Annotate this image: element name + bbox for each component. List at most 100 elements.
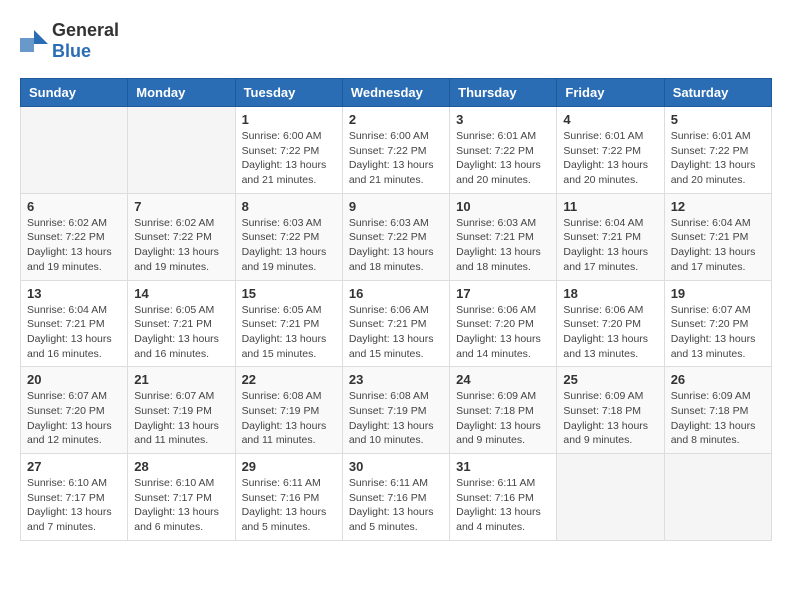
day-number: 20 bbox=[27, 372, 121, 387]
day-info: Sunrise: 6:08 AM Sunset: 7:19 PM Dayligh… bbox=[242, 389, 336, 448]
day-info: Sunrise: 6:01 AM Sunset: 7:22 PM Dayligh… bbox=[671, 129, 765, 188]
day-info: Sunrise: 6:04 AM Sunset: 7:21 PM Dayligh… bbox=[27, 303, 121, 362]
calendar-cell: 6Sunrise: 6:02 AM Sunset: 7:22 PM Daylig… bbox=[21, 193, 128, 280]
day-info: Sunrise: 6:06 AM Sunset: 7:20 PM Dayligh… bbox=[456, 303, 550, 362]
day-info: Sunrise: 6:03 AM Sunset: 7:22 PM Dayligh… bbox=[242, 216, 336, 275]
calendar-cell bbox=[128, 107, 235, 194]
day-number: 19 bbox=[671, 286, 765, 301]
logo-general: General bbox=[52, 20, 119, 40]
weekday-header: Thursday bbox=[450, 79, 557, 107]
calendar-cell: 14 Sunrise: 6:05 AM Sunset: 7:21 PM Dayli… bbox=[128, 280, 235, 367]
day-info: Sunrise: 6:09 AM Sunset: 7:18 PM Dayligh… bbox=[671, 389, 765, 448]
day-number: 28 bbox=[134, 459, 228, 474]
calendar-cell: 11 Sunrise: 6:04 AM Sunset: 7:21 PM Dayli… bbox=[557, 193, 664, 280]
calendar-cell: 2 Sunrise: 6:00 AM Sunset: 7:22 PM Daylig… bbox=[342, 107, 449, 194]
calendar-cell: 15Sunrise: 6:05 AM Sunset: 7:21 PM Dayli… bbox=[235, 280, 342, 367]
weekday-header: Wednesday bbox=[342, 79, 449, 107]
calendar-cell: 24 Sunrise: 6:09 AM Sunset: 7:18 PM Dayli… bbox=[450, 367, 557, 454]
day-info: Sunrise: 6:11 AM Sunset: 7:16 PM Dayligh… bbox=[456, 476, 550, 535]
calendar-cell: 19 Sunrise: 6:07 AM Sunset: 7:20 PM Dayli… bbox=[664, 280, 771, 367]
calendar-table: SundayMondayTuesdayWednesdayThursdayFrid… bbox=[20, 78, 772, 541]
day-number: 15 bbox=[242, 286, 336, 301]
calendar-cell: 22 Sunrise: 6:08 AM Sunset: 7:19 PM Dayli… bbox=[235, 367, 342, 454]
day-info: Sunrise: 6:04 AM Sunset: 7:21 PM Dayligh… bbox=[563, 216, 657, 275]
calendar-cell: 4Sunrise: 6:01 AM Sunset: 7:22 PM Daylig… bbox=[557, 107, 664, 194]
calendar-cell: 31 Sunrise: 6:11 AM Sunset: 7:16 PM Dayli… bbox=[450, 454, 557, 541]
day-number: 17 bbox=[456, 286, 550, 301]
day-number: 9 bbox=[349, 199, 443, 214]
day-info: Sunrise: 6:07 AM Sunset: 7:20 PM Dayligh… bbox=[27, 389, 121, 448]
day-info: Sunrise: 6:08 AM Sunset: 7:19 PM Dayligh… bbox=[349, 389, 443, 448]
calendar-cell: 18 Sunrise: 6:06 AM Sunset: 7:20 PM Dayli… bbox=[557, 280, 664, 367]
day-info: Sunrise: 6:00 AM Sunset: 7:22 PM Dayligh… bbox=[349, 129, 443, 188]
day-number: 23 bbox=[349, 372, 443, 387]
day-number: 30 bbox=[349, 459, 443, 474]
day-number: 11 bbox=[563, 199, 657, 214]
calendar-cell: 10Sunrise: 6:03 AM Sunset: 7:21 PM Dayli… bbox=[450, 193, 557, 280]
day-number: 2 bbox=[349, 112, 443, 127]
day-number: 27 bbox=[27, 459, 121, 474]
calendar-cell: 27 Sunrise: 6:10 AM Sunset: 7:17 PM Dayli… bbox=[21, 454, 128, 541]
day-info: Sunrise: 6:07 AM Sunset: 7:20 PM Dayligh… bbox=[671, 303, 765, 362]
weekday-header: Monday bbox=[128, 79, 235, 107]
calendar-cell: 9 Sunrise: 6:03 AM Sunset: 7:22 PM Daylig… bbox=[342, 193, 449, 280]
logo-icon bbox=[20, 30, 48, 52]
calendar-cell: 3Sunrise: 6:01 AM Sunset: 7:22 PM Daylig… bbox=[450, 107, 557, 194]
day-number: 14 bbox=[134, 286, 228, 301]
calendar-cell: 1 Sunrise: 6:00 AM Sunset: 7:22 PM Daylig… bbox=[235, 107, 342, 194]
day-info: Sunrise: 6:09 AM Sunset: 7:18 PM Dayligh… bbox=[456, 389, 550, 448]
logo-blue: Blue bbox=[52, 41, 91, 61]
calendar-cell: 26 Sunrise: 6:09 AM Sunset: 7:18 PM Dayli… bbox=[664, 367, 771, 454]
day-number: 13 bbox=[27, 286, 121, 301]
day-number: 8 bbox=[242, 199, 336, 214]
weekday-header: Sunday bbox=[21, 79, 128, 107]
calendar-cell: 21Sunrise: 6:07 AM Sunset: 7:19 PM Dayli… bbox=[128, 367, 235, 454]
day-number: 18 bbox=[563, 286, 657, 301]
day-info: Sunrise: 6:05 AM Sunset: 7:21 PM Dayligh… bbox=[134, 303, 228, 362]
weekday-header: Tuesday bbox=[235, 79, 342, 107]
day-info: Sunrise: 6:10 AM Sunset: 7:17 PM Dayligh… bbox=[27, 476, 121, 535]
day-number: 25 bbox=[563, 372, 657, 387]
day-number: 24 bbox=[456, 372, 550, 387]
calendar-cell: 29 Sunrise: 6:11 AM Sunset: 7:16 PM Dayli… bbox=[235, 454, 342, 541]
day-number: 12 bbox=[671, 199, 765, 214]
logo: General Blue bbox=[20, 20, 119, 62]
logo-text: General Blue bbox=[52, 20, 119, 62]
weekday-header: Friday bbox=[557, 79, 664, 107]
calendar-cell: 7 Sunrise: 6:02 AM Sunset: 7:22 PM Daylig… bbox=[128, 193, 235, 280]
day-info: Sunrise: 6:06 AM Sunset: 7:20 PM Dayligh… bbox=[563, 303, 657, 362]
calendar-cell: 23 Sunrise: 6:08 AM Sunset: 7:19 PM Dayli… bbox=[342, 367, 449, 454]
day-info: Sunrise: 6:02 AM Sunset: 7:22 PM Dayligh… bbox=[134, 216, 228, 275]
day-info: Sunrise: 6:09 AM Sunset: 7:18 PM Dayligh… bbox=[563, 389, 657, 448]
calendar-cell: 8 Sunrise: 6:03 AM Sunset: 7:22 PM Daylig… bbox=[235, 193, 342, 280]
day-info: Sunrise: 6:02 AM Sunset: 7:22 PM Dayligh… bbox=[27, 216, 121, 275]
day-number: 1 bbox=[242, 112, 336, 127]
calendar-cell: 12Sunrise: 6:04 AM Sunset: 7:21 PM Dayli… bbox=[664, 193, 771, 280]
day-number: 4 bbox=[563, 112, 657, 127]
calendar-cell: 20 Sunrise: 6:07 AM Sunset: 7:20 PM Dayli… bbox=[21, 367, 128, 454]
day-number: 29 bbox=[242, 459, 336, 474]
day-info: Sunrise: 6:03 AM Sunset: 7:22 PM Dayligh… bbox=[349, 216, 443, 275]
calendar-cell bbox=[664, 454, 771, 541]
calendar-cell: 16Sunrise: 6:06 AM Sunset: 7:21 PM Dayli… bbox=[342, 280, 449, 367]
day-number: 22 bbox=[242, 372, 336, 387]
day-number: 7 bbox=[134, 199, 228, 214]
day-number: 5 bbox=[671, 112, 765, 127]
day-info: Sunrise: 6:11 AM Sunset: 7:16 PM Dayligh… bbox=[242, 476, 336, 535]
day-info: Sunrise: 6:03 AM Sunset: 7:21 PM Dayligh… bbox=[456, 216, 550, 275]
day-info: Sunrise: 6:00 AM Sunset: 7:22 PM Dayligh… bbox=[242, 129, 336, 188]
day-info: Sunrise: 6:11 AM Sunset: 7:16 PM Dayligh… bbox=[349, 476, 443, 535]
day-number: 26 bbox=[671, 372, 765, 387]
day-info: Sunrise: 6:06 AM Sunset: 7:21 PM Dayligh… bbox=[349, 303, 443, 362]
day-number: 3 bbox=[456, 112, 550, 127]
day-number: 21 bbox=[134, 372, 228, 387]
page-header: General Blue bbox=[20, 20, 772, 62]
weekday-header: Saturday bbox=[664, 79, 771, 107]
calendar-cell bbox=[21, 107, 128, 194]
calendar-cell bbox=[557, 454, 664, 541]
calendar-cell: 5 Sunrise: 6:01 AM Sunset: 7:22 PM Daylig… bbox=[664, 107, 771, 194]
calendar-cell: 17 Sunrise: 6:06 AM Sunset: 7:20 PM Dayli… bbox=[450, 280, 557, 367]
calendar-cell: 25 Sunrise: 6:09 AM Sunset: 7:18 PM Dayli… bbox=[557, 367, 664, 454]
day-info: Sunrise: 6:10 AM Sunset: 7:17 PM Dayligh… bbox=[134, 476, 228, 535]
day-number: 31 bbox=[456, 459, 550, 474]
